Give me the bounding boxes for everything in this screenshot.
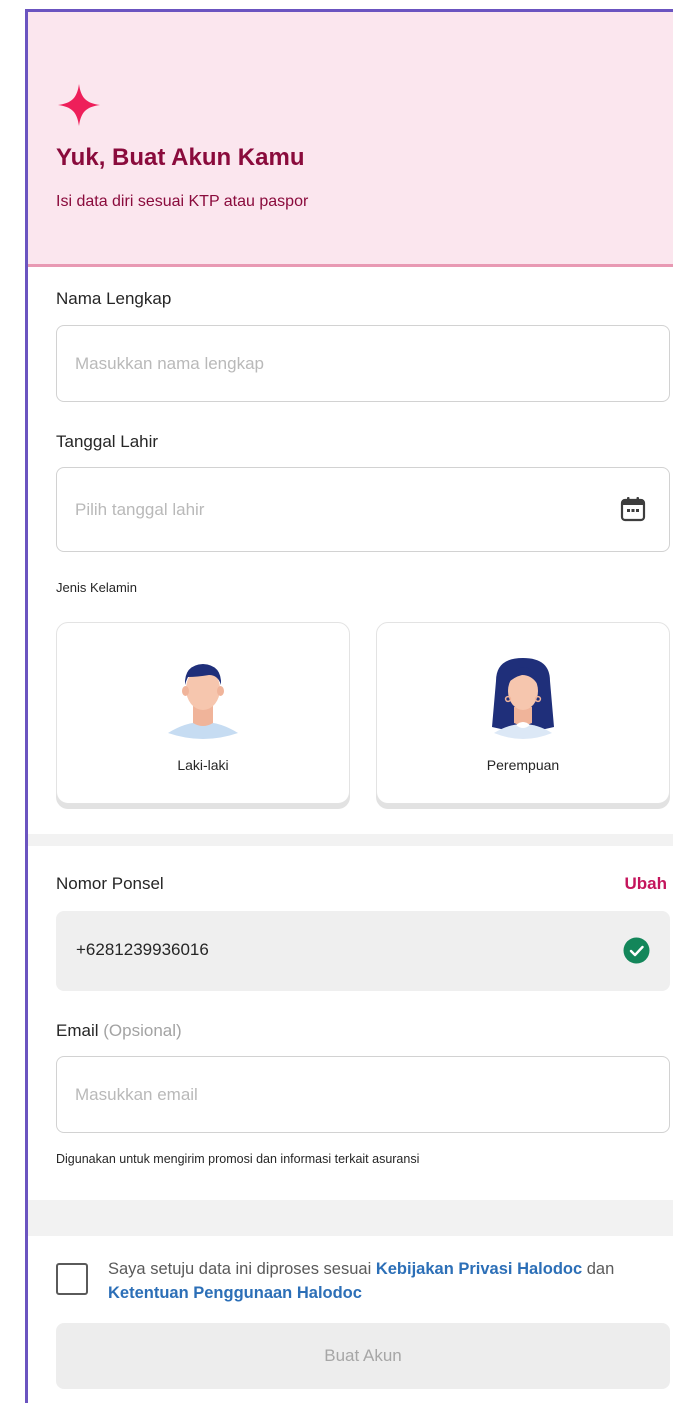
- page-title: Yuk, Buat Akun Kamu: [56, 144, 305, 171]
- phone-label: Nomor Ponsel: [56, 874, 164, 893]
- email-label-text: Email: [56, 1021, 99, 1040]
- gender-option-male[interactable]: Laki-laki: [56, 622, 350, 804]
- name-label: Nama Lengkap: [56, 289, 172, 308]
- create-account-button[interactable]: Buat Akun: [56, 1323, 670, 1389]
- birthdate-input[interactable]: [56, 467, 670, 552]
- gender-option-label: Perempuan: [486, 757, 560, 773]
- privacy-policy-link[interactable]: Kebijakan Privasi Halodoc: [376, 1260, 582, 1278]
- email-helper-text: Digunakan untuk mengirim promosi dan inf…: [56, 1152, 420, 1166]
- signup-screen: Yuk, Buat Akun Kamu Isi data diri sesuai…: [25, 9, 673, 1403]
- consent-text-middle: dan: [582, 1260, 615, 1278]
- phone-field: +6281239936016: [56, 911, 670, 991]
- gender-option-female[interactable]: Perempuan: [376, 622, 670, 804]
- page-subtitle: Isi data diri sesuai KTP atau paspor: [56, 193, 309, 210]
- female-avatar-icon: [492, 658, 554, 739]
- terms-of-use-link[interactable]: Ketentuan Penggunaan Halodoc: [108, 1284, 362, 1302]
- section-divider: [28, 834, 673, 846]
- change-phone-link[interactable]: Ubah: [625, 874, 668, 894]
- header-banner: Yuk, Buat Akun Kamu Isi data diri sesuai…: [28, 12, 673, 267]
- verified-check-icon: [623, 937, 650, 964]
- birthdate-label: Tanggal Lahir: [56, 432, 159, 451]
- calendar-icon[interactable]: [620, 496, 646, 522]
- phone-value: +6281239936016: [76, 940, 209, 959]
- sparkle-icon: [58, 84, 100, 126]
- gender-label: Jenis Kelamin: [56, 580, 137, 595]
- consent-text: Saya setuju data ini diproses sesuai Keb…: [108, 1257, 668, 1305]
- consent-checkbox[interactable]: [56, 1263, 88, 1295]
- email-optional-label: (Opsional): [103, 1021, 182, 1040]
- email-label: Email (Opsional): [56, 1021, 182, 1041]
- birthdate-field-wrapper: [28, 467, 673, 552]
- gender-option-label: Laki-laki: [177, 757, 229, 773]
- section-divider: [28, 1200, 673, 1236]
- male-avatar-icon: [168, 664, 238, 739]
- consent-text-before: Saya setuju data ini diproses sesuai: [108, 1260, 376, 1278]
- name-input[interactable]: [56, 325, 670, 402]
- email-input[interactable]: [56, 1056, 670, 1133]
